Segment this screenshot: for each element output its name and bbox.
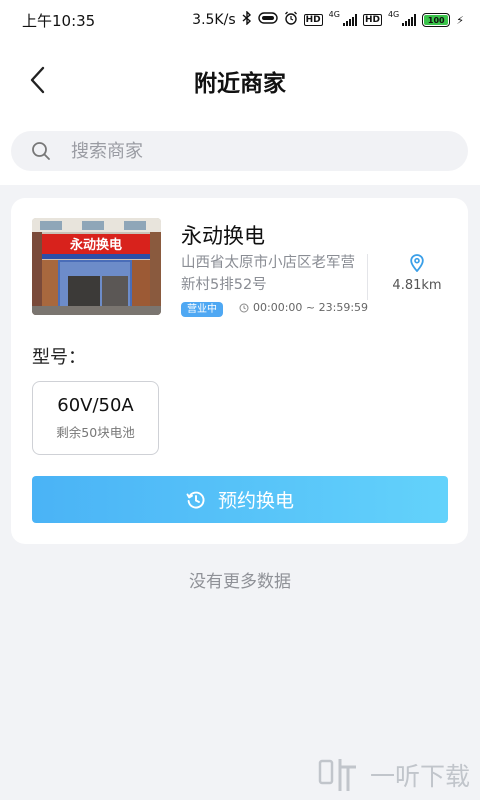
- network-speed: 3.5K/s: [192, 12, 236, 28]
- divider: [367, 254, 368, 300]
- store-card[interactable]: 永动换电 永动换电 山西省太原市小店区老军营新村5排52号 4.81km 营业中…: [11, 198, 468, 544]
- status-icons: 3.5K/s HD 4G HD 4G 100 ⚡: [192, 10, 464, 29]
- signal-icon: [342, 14, 357, 26]
- status-badge: 营业中: [181, 302, 223, 317]
- history-clock-icon: [186, 491, 205, 509]
- bluetooth-icon: [242, 10, 252, 29]
- network-type: 4G: [387, 10, 400, 19]
- page-title: 附近商家: [194, 71, 286, 97]
- list-end-text: 没有更多数据: [189, 572, 291, 592]
- search-bar[interactable]: [11, 131, 468, 171]
- watermark: 一听下载: [318, 755, 470, 795]
- model-spec: 60V/50A: [57, 395, 134, 416]
- book-swap-button[interactable]: 预约换电: [32, 476, 448, 523]
- distance-value: 4.81km: [392, 278, 442, 293]
- hd-badge: HD: [362, 14, 382, 26]
- model-label: 型号：: [32, 347, 86, 368]
- store-photo[interactable]: 永动换电: [32, 218, 161, 315]
- model-option[interactable]: 60V/50A 剩余50块电池: [32, 381, 159, 455]
- watermark-text: 一听下载: [370, 762, 471, 791]
- search-icon: [31, 140, 53, 162]
- battery-icon: 100: [422, 13, 451, 27]
- book-swap-label: 预约换电: [217, 490, 294, 512]
- toggle-icon: [257, 12, 278, 28]
- page-header: 附近商家: [0, 40, 480, 185]
- charging-icon: ⚡: [456, 13, 464, 27]
- store-sign-text: 永动换电: [69, 237, 122, 253]
- search-input[interactable]: [71, 140, 411, 162]
- clock-icon: [239, 303, 249, 312]
- store-address: 山西省太原市小店区老军营新村5排52号: [181, 255, 355, 293]
- store-distance[interactable]: 4.81km: [381, 254, 453, 293]
- network-type: 4G: [328, 10, 340, 19]
- alarm-icon: [284, 11, 298, 29]
- status-bar: 上午10:35 3.5K/s HD 4G HD 4G 100 ⚡: [0, 0, 480, 40]
- model-remaining: 剩余50块电池: [56, 425, 135, 440]
- watermark-logo-icon: [318, 759, 356, 791]
- signal-icon: [402, 14, 417, 26]
- battery-level: 100: [424, 15, 449, 25]
- location-pin-icon: [381, 254, 453, 274]
- business-hours: 00:00:00 ~ 23:59:59: [239, 301, 368, 314]
- status-time: 上午10:35: [22, 11, 96, 30]
- hd-badge: HD: [303, 14, 323, 26]
- hours-text: 00:00:00 ~ 23:59:59: [253, 301, 369, 314]
- store-name[interactable]: 永动换电: [181, 220, 265, 250]
